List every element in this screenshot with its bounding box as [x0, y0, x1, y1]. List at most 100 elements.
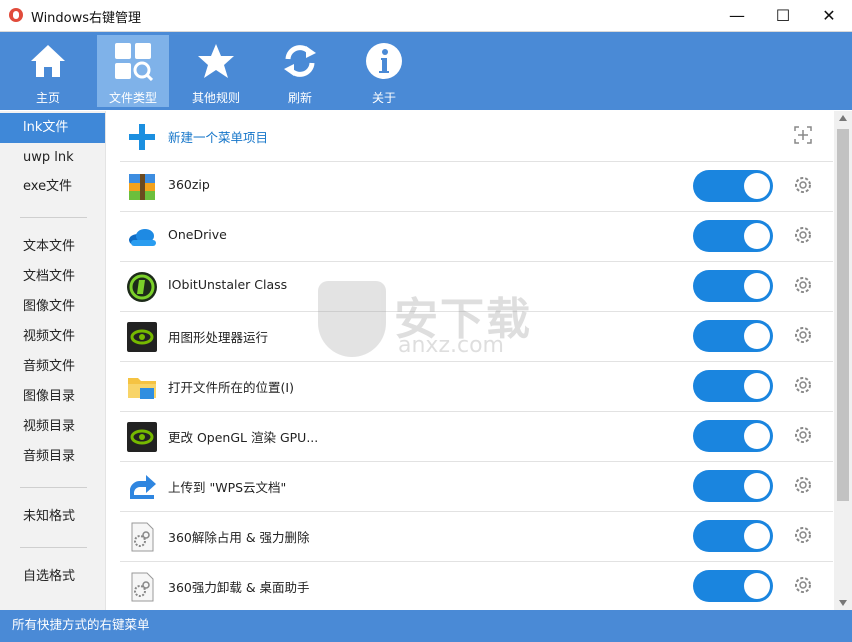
toolbar-home-label: 主页: [35, 91, 60, 105]
home-icon: [31, 45, 65, 77]
vertical-scrollbar[interactable]: [834, 111, 852, 610]
sidebar-item-custom[interactable]: 自选格式: [0, 562, 105, 592]
toolbar-other-rules-label: 其他规则: [191, 91, 240, 105]
add-outline-icon[interactable]: [792, 124, 814, 146]
menu-item-row: 360强力卸载 & 桌面助手: [120, 561, 833, 611]
toggle-knob: [744, 273, 770, 299]
toolbar-other-rules[interactable]: 其他规则: [180, 35, 252, 107]
sidebar-item-uwp-lnk[interactable]: uwp lnk: [0, 143, 105, 173]
enable-toggle[interactable]: [693, 270, 773, 302]
sidebar-item-text[interactable]: 文本文件: [0, 232, 105, 262]
menu-item-row: 上传到 "WPS云文档": [120, 461, 833, 512]
sidebar-item-audio[interactable]: 音频文件: [0, 352, 105, 382]
scroll-thumb[interactable]: [837, 129, 849, 501]
watermark-subtext: anxz.com: [398, 333, 504, 358]
gear-icon[interactable]: [792, 324, 814, 346]
toolbar-refresh[interactable]: 刷新: [264, 35, 336, 107]
menu-item-row: OneDrive: [120, 211, 833, 262]
top-toolbar: 主页 文件类型 其他规则 刷新 关于: [0, 32, 852, 110]
menu-item-name: 360zip: [168, 177, 210, 192]
enable-toggle[interactable]: [693, 370, 773, 402]
menu-item-row: 打开文件所在的位置(I): [120, 361, 833, 412]
new-menu-item-row[interactable]: 新建一个菜单项目: [120, 111, 833, 162]
toggle-knob: [744, 373, 770, 399]
toggle-knob: [744, 473, 770, 499]
sidebar-item-audio-dir[interactable]: 音频目录: [0, 442, 105, 472]
toggle-knob: [744, 323, 770, 349]
sidebar-divider: [20, 487, 87, 488]
scroll-down-icon[interactable]: [839, 600, 847, 606]
toolbar-file-types[interactable]: 文件类型: [97, 35, 169, 107]
watermark: 安下载 anxz.com: [318, 281, 533, 361]
enable-toggle[interactable]: [693, 520, 773, 552]
file-type-sidebar: lnk文件 uwp lnk exe文件 文本文件 文档文件 图像文件 视频文件 …: [0, 111, 106, 610]
sidebar-item-image-dir[interactable]: 图像目录: [0, 382, 105, 412]
gear-icon[interactable]: [792, 274, 814, 296]
new-menu-item-label: 新建一个菜单项目: [168, 130, 269, 145]
toggle-knob: [744, 573, 770, 599]
menu-item-name: 更改 OpenGL 渲染 GPU...: [168, 430, 319, 445]
enable-toggle[interactable]: [693, 220, 773, 252]
scroll-up-icon[interactable]: [839, 115, 847, 121]
toolbar-about[interactable]: 关于: [348, 35, 420, 107]
menu-item-name: 360强力卸载 & 桌面助手: [168, 580, 310, 595]
toggle-knob: [744, 223, 770, 249]
nvidia-icon: [127, 422, 157, 452]
cloud-icon: [129, 229, 156, 246]
maximize-button[interactable]: ☐: [760, 0, 806, 31]
toggle-knob: [744, 523, 770, 549]
share-arrow-icon: [130, 475, 156, 499]
sidebar-divider: [20, 547, 87, 548]
menu-item-row: 360zip: [120, 161, 833, 212]
sidebar-item-unknown[interactable]: 未知格式: [0, 502, 105, 532]
sidebar-item-exe[interactable]: exe文件: [0, 172, 105, 202]
menu-item-name: 用图形处理器运行: [168, 330, 269, 345]
file-type-icon: [115, 43, 153, 81]
refresh-icon: [284, 45, 316, 77]
gear-icon[interactable]: [792, 174, 814, 196]
gear-icon[interactable]: [792, 374, 814, 396]
menu-item-row: 更改 OpenGL 渲染 GPU...: [120, 411, 833, 462]
enable-toggle[interactable]: [693, 570, 773, 602]
gear-icon[interactable]: [792, 224, 814, 246]
enable-toggle[interactable]: [693, 320, 773, 352]
menu-item-name: 上传到 "WPS云文档": [168, 480, 287, 495]
enable-toggle[interactable]: [693, 170, 773, 202]
close-button[interactable]: ✕: [806, 0, 852, 31]
toggle-knob: [744, 423, 770, 449]
menu-item-name: 360解除占用 & 强力删除: [168, 530, 310, 545]
enable-toggle[interactable]: [693, 420, 773, 452]
title-bar: Windows右键管理 — ☐ ✕: [0, 0, 852, 32]
toolbar-file-types-label: 文件类型: [108, 91, 157, 105]
add-icon: [129, 124, 155, 150]
sidebar-item-video-dir[interactable]: 视频目录: [0, 412, 105, 442]
nvidia-icon: [127, 322, 157, 352]
menu-item-row: 360解除占用 & 强力删除: [120, 511, 833, 562]
sidebar-item-lnk[interactable]: lnk文件: [0, 113, 105, 143]
watermark-shield-icon: [318, 281, 386, 357]
gear-icon[interactable]: [792, 524, 814, 546]
archive-icon: [129, 174, 155, 200]
window-title: Windows右键管理: [31, 11, 142, 26]
settings-file-icon: [131, 572, 154, 602]
sidebar-divider: [20, 217, 87, 218]
sidebar-item-image[interactable]: 图像文件: [0, 292, 105, 322]
toggle-knob: [744, 173, 770, 199]
sidebar-item-document[interactable]: 文档文件: [0, 262, 105, 292]
iobit-uninstaller-icon: [127, 272, 157, 302]
minimize-button[interactable]: —: [714, 0, 760, 31]
toolbar-home[interactable]: 主页: [12, 35, 84, 107]
info-icon: [366, 43, 402, 79]
gear-icon[interactable]: [792, 474, 814, 496]
sidebar-item-video[interactable]: 视频文件: [0, 322, 105, 352]
gear-icon[interactable]: [792, 424, 814, 446]
folder-icon: [128, 378, 156, 399]
enable-toggle[interactable]: [693, 470, 773, 502]
status-bar: 所有快捷方式的右键菜单: [0, 610, 852, 642]
toolbar-refresh-label: 刷新: [287, 91, 312, 105]
gear-icon[interactable]: [792, 574, 814, 596]
menu-item-name: IObitUnstaler Class: [168, 277, 288, 292]
app-icon: [9, 8, 23, 22]
settings-file-icon: [131, 522, 154, 552]
star-icon: [198, 44, 234, 78]
